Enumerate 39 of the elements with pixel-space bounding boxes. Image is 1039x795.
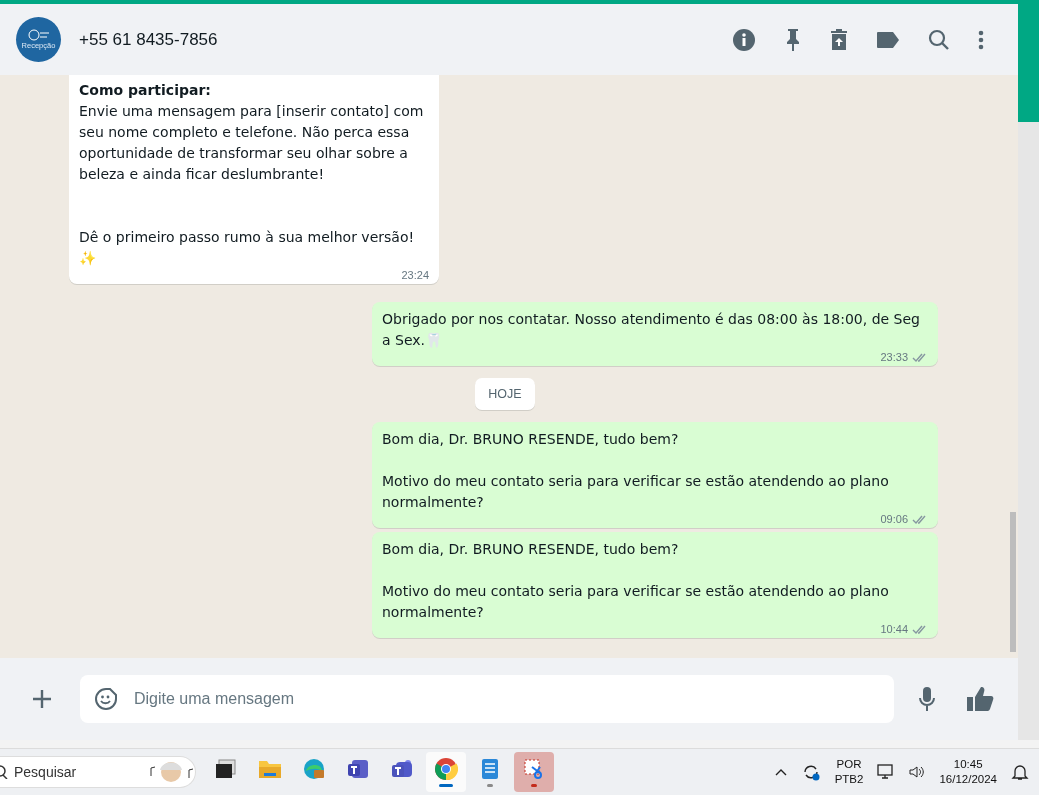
browser-icon: [434, 757, 458, 782]
monitor-icon[interactable]: [877, 764, 896, 781]
search-text: Pesquisar: [14, 764, 78, 781]
message-text: Dê o primeiro passo rumo à sua melhor versão! ✨: [79, 229, 415, 266]
message-time: 23:33: [880, 351, 908, 363]
microphone-icon: [918, 686, 936, 712]
clock[interactable]: 10:45 16/12/2024: [939, 757, 997, 788]
message-text: Motivo do meu contato seria para verificar se estão atendendo ao plano normalmente?: [382, 473, 889, 510]
taskbar-search[interactable]: Pesquisar: [0, 756, 196, 789]
menu-icon: [978, 29, 984, 50]
info-icon: [732, 27, 756, 52]
browser-icon: [302, 757, 326, 782]
notepad-icon: [479, 757, 501, 782]
search-icon: [0, 765, 8, 780]
sticker-icon[interactable]: [94, 687, 118, 711]
message-time: 09:06: [880, 513, 908, 525]
pin-icon: [784, 27, 802, 52]
plus-icon: [32, 689, 52, 709]
speaker-icon[interactable]: [909, 765, 926, 780]
message-field[interactable]: Digite uma mensagem: [80, 675, 894, 723]
message-text: Obrigado por nos contatar. Nosso atendimento é das 08:00 às 18:00, de Seg a Sex.🦷: [382, 311, 920, 348]
message-text: Bom dia, Dr. BRUNO RESENDE, tudo bem?: [382, 431, 679, 447]
chevron-up-icon[interactable]: [774, 768, 787, 777]
message-time: 23:24: [401, 269, 429, 281]
contact-name[interactable]: +55 61 8435-7856: [79, 29, 708, 50]
folder-icon: [258, 758, 282, 781]
thumbs-up-icon: [966, 686, 994, 712]
input-language[interactable]: POR PTB2: [834, 757, 864, 788]
scrollbar-thumb[interactable]: [1010, 512, 1016, 652]
label-icon: [876, 30, 900, 49]
message-time: 10:44: [880, 623, 908, 635]
message-text: Bom dia, Dr. BRUNO RESENDE, tudo bem?: [382, 541, 679, 557]
search-icon: [928, 28, 950, 51]
message-text: Como participar: Envie uma mensagem para [inserir contato] com seu nome completo e telefone. Não perca essa oportunidade de transformar seu olhar sobre a beleza e ainda ficar deslumbrante!: [79, 82, 424, 182]
logo-icon: [27, 29, 50, 41]
notification-bell-icon[interactable]: [1011, 763, 1029, 782]
message-text: Motivo do meu contato seria para verificar se estão atendendo ao plano normalmente?: [382, 583, 889, 620]
window-icon: [215, 758, 237, 781]
trash-icon: [830, 27, 848, 52]
